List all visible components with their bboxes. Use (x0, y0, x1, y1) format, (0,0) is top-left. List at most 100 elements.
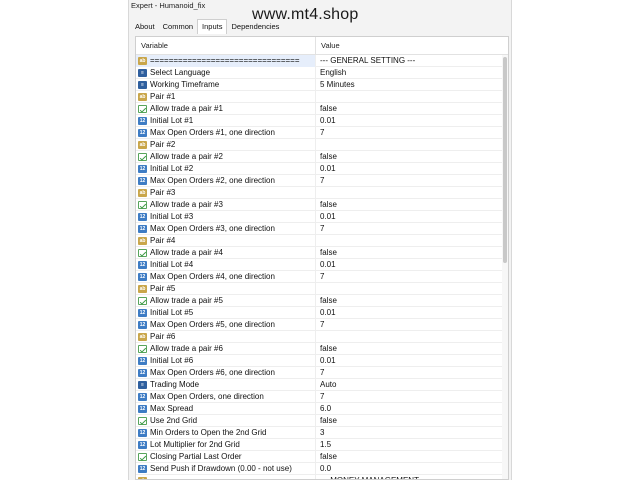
column-header-variable[interactable]: Variable (136, 37, 316, 55)
variable-cell[interactable]: 12 Max Open Orders #3, one direction (136, 222, 316, 235)
value-cell[interactable]: 0.01 (316, 355, 502, 367)
value-cell[interactable]: false (316, 103, 502, 115)
table-row[interactable]: 12 Initial Lot #2 0.01 (136, 162, 502, 175)
value-cell[interactable]: --- MONEY MANAGEMENT --- (316, 475, 502, 480)
table-row[interactable]: 12 Max Open Orders #4, one direction 7 (136, 270, 502, 283)
table-row[interactable]: 12 Lot Multiplier for 2nd Grid 1.5 (136, 438, 502, 451)
variable-cell[interactable]: 12 Initial Lot #1 (136, 114, 316, 127)
variable-cell[interactable]: ab Pair #5 (136, 282, 316, 295)
value-cell[interactable]: English (316, 67, 502, 79)
table-row[interactable]: 12 Initial Lot #6 0.01 (136, 354, 502, 367)
value-cell[interactable] (316, 187, 502, 199)
variable-cell[interactable]: 12 Send Push if Drawdown (0.00 - not use) (136, 462, 316, 475)
value-cell[interactable]: 5 Minutes (316, 79, 502, 91)
variable-cell[interactable]: 12 Initial Lot #6 (136, 354, 316, 367)
value-cell[interactable] (316, 331, 502, 343)
value-cell[interactable]: 7 (316, 271, 502, 283)
value-cell[interactable]: 0.01 (316, 307, 502, 319)
table-row[interactable]: 12 Initial Lot #1 0.01 (136, 114, 502, 127)
value-cell[interactable]: 7 (316, 175, 502, 187)
table-row[interactable]: ab Pair #3 (136, 186, 502, 199)
value-cell[interactable]: 7 (316, 391, 502, 403)
variable-cell[interactable]: ab Pair #6 (136, 330, 316, 343)
value-cell[interactable]: false (316, 151, 502, 163)
table-row[interactable]: 12 Max Open Orders #5, one direction 7 (136, 318, 502, 331)
variable-cell[interactable]: 12 Max Spread (136, 402, 316, 415)
value-cell[interactable]: 6.0 (316, 403, 502, 415)
table-row[interactable]: ab Pair #5 (136, 282, 502, 295)
table-row[interactable]: ab================================--- MO… (136, 474, 502, 480)
variable-cell[interactable]: 12 Max Open Orders #1, one direction (136, 126, 316, 139)
value-cell[interactable]: Auto (316, 379, 502, 391)
value-cell[interactable]: 0.01 (316, 259, 502, 271)
value-cell[interactable]: false (316, 415, 502, 427)
variable-cell[interactable]: ≡ Working Timeframe (136, 78, 316, 91)
table-row[interactable]: 12 Initial Lot #5 0.01 (136, 306, 502, 319)
table-row[interactable]: 12 Max Open Orders #2, one direction 7 (136, 174, 502, 187)
variable-cell[interactable]: 12 Min Orders to Open the 2nd Grid (136, 426, 316, 439)
table-row[interactable]: ≡ Select Language English (136, 66, 502, 79)
table-row[interactable]: 12 Initial Lot #4 0.01 (136, 258, 502, 271)
variable-cell[interactable]: ab Pair #3 (136, 186, 316, 199)
variable-cell[interactable]: Allow trade a pair #4 (136, 246, 316, 259)
variable-cell[interactable]: 12 Max Open Orders #6, one direction (136, 366, 316, 379)
value-cell[interactable]: 7 (316, 223, 502, 235)
tab-inputs[interactable]: Inputs (197, 19, 228, 34)
variable-cell[interactable]: Allow trade a pair #6 (136, 342, 316, 355)
table-row[interactable]: ab Pair #1 (136, 90, 502, 103)
value-cell[interactable]: false (316, 451, 502, 463)
table-row[interactable]: 12 Initial Lot #3 0.01 (136, 210, 502, 223)
table-row[interactable]: ab Pair #6 (136, 330, 502, 343)
table-row[interactable]: Allow trade a pair #2 false (136, 150, 502, 163)
variable-cell[interactable]: 12 Max Open Orders #4, one direction (136, 270, 316, 283)
table-row[interactable]: ab Pair #2 (136, 138, 502, 151)
column-header-value[interactable]: Value (316, 37, 500, 55)
table-row[interactable]: ≡ Working Timeframe 5 Minutes (136, 78, 502, 91)
variable-cell[interactable]: 12 Initial Lot #2 (136, 162, 316, 175)
value-cell[interactable]: false (316, 247, 502, 259)
table-row[interactable]: Use 2nd Grid false (136, 414, 502, 427)
variable-cell[interactable]: 12 Initial Lot #4 (136, 258, 316, 271)
variable-cell[interactable]: 12 Lot Multiplier for 2nd Grid (136, 438, 316, 451)
value-cell[interactable] (316, 235, 502, 247)
table-row[interactable]: 12 Max Open Orders #6, one direction 7 (136, 366, 502, 379)
table-row[interactable]: 12 Send Push if Drawdown (0.00 - not use)… (136, 462, 502, 475)
variable-cell[interactable]: Use 2nd Grid (136, 414, 316, 427)
table-row[interactable]: 12 Max Open Orders #1, one direction 7 (136, 126, 502, 139)
value-cell[interactable] (316, 139, 502, 151)
value-cell[interactable]: 0.01 (316, 115, 502, 127)
tab-about[interactable]: About (131, 20, 159, 34)
variable-cell[interactable]: Allow trade a pair #2 (136, 150, 316, 163)
variable-cell[interactable]: ≡ Trading Mode (136, 378, 316, 391)
value-cell[interactable]: 1.5 (316, 439, 502, 451)
variable-cell[interactable]: ≡ Select Language (136, 66, 316, 79)
value-cell[interactable] (316, 283, 502, 295)
variable-cell[interactable]: Allow trade a pair #5 (136, 294, 316, 307)
variable-cell[interactable]: 12 Initial Lot #3 (136, 210, 316, 223)
table-row[interactable]: Closing Partial Last Order false (136, 450, 502, 463)
tab-common[interactable]: Common (159, 20, 197, 34)
variable-cell[interactable]: 12 Max Open Orders, one direction (136, 390, 316, 403)
table-row[interactable]: 12 Max Open Orders, one direction 7 (136, 390, 502, 403)
value-cell[interactable]: 7 (316, 319, 502, 331)
variable-cell[interactable]: 12 Initial Lot #5 (136, 306, 316, 319)
scrollbar-thumb[interactable] (503, 57, 507, 263)
table-row[interactable]: 12 Max Spread 6.0 (136, 402, 502, 415)
variable-cell[interactable]: Allow trade a pair #1 (136, 102, 316, 115)
variable-cell[interactable]: 12 Max Open Orders #5, one direction (136, 318, 316, 331)
table-row[interactable]: ab Pair #4 (136, 234, 502, 247)
value-cell[interactable]: false (316, 199, 502, 211)
variable-cell[interactable]: ab================================ (136, 474, 316, 479)
table-row[interactable]: Allow trade a pair #6 false (136, 342, 502, 355)
table-row[interactable]: 12 Min Orders to Open the 2nd Grid 3 (136, 426, 502, 439)
table-row[interactable]: Allow trade a pair #5 false (136, 294, 502, 307)
value-cell[interactable]: --- GENERAL SETTING --- (316, 55, 502, 67)
table-row[interactable]: ab ================================ --- GE… (136, 54, 502, 67)
variable-cell[interactable]: ab Pair #1 (136, 90, 316, 103)
value-cell[interactable]: 0.0 (316, 463, 502, 475)
value-cell[interactable] (316, 91, 502, 103)
variable-cell[interactable]: Closing Partial Last Order (136, 450, 316, 463)
value-cell[interactable]: false (316, 343, 502, 355)
variable-cell[interactable]: Allow trade a pair #3 (136, 198, 316, 211)
value-cell[interactable]: false (316, 295, 502, 307)
